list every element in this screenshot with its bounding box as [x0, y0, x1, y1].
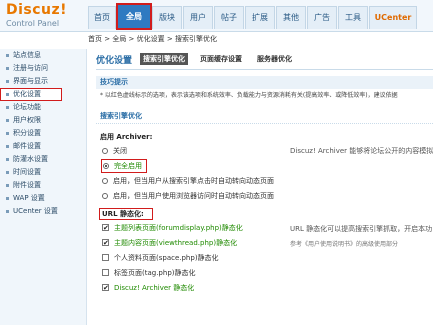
sidebar-item-label: WAP 设置 — [13, 194, 45, 202]
checkbox-checked-icon[interactable]: ✔ — [102, 239, 109, 247]
url-static-label: URL 静态化: — [99, 208, 153, 220]
url-description-line1: URL 静态化可以提高搜索引擎抓取，开启本功 — [290, 225, 433, 233]
tips-heading: 技巧提示 — [96, 76, 433, 89]
url-option-tag[interactable]: 标签页面(tag.php)静态化 — [96, 265, 433, 280]
radio-icon[interactable] — [102, 147, 108, 154]
sidebar-item-user-permissions[interactable]: 用户权限 — [0, 114, 86, 127]
sidebar-item-label: 积分设置 — [13, 129, 41, 137]
bullet-icon — [6, 184, 9, 187]
url-option-space[interactable]: 个人资料页面(space.php)静态化 — [96, 250, 433, 265]
bullet-icon — [6, 80, 9, 83]
sidebar-item-optimization[interactable]: 优化设置 — [0, 88, 62, 101]
sidebar-item-label: 邮件设置 — [13, 142, 41, 150]
sidebar-item-mail[interactable]: 邮件设置 — [0, 140, 86, 153]
tab-forums[interactable]: 版块 — [152, 6, 182, 29]
tab-posts[interactable]: 帖子 — [214, 6, 244, 29]
logo-title: Discuz! — [6, 2, 68, 18]
option-label: 启用，但当用户使用浏览器访问时自动转向动态页面 — [113, 191, 274, 200]
sidebar-item-label: UCenter 设置 — [13, 207, 58, 215]
checkbox-icon[interactable] — [102, 269, 109, 276]
bullet-icon — [6, 132, 9, 135]
option-label: Discuz! Archiver 静态化 — [114, 283, 195, 292]
archiver-option-full[interactable]: 完全启用 — [96, 158, 433, 173]
sidebar-item-credits[interactable]: 积分设置 — [0, 127, 86, 140]
main-content: 优化设置 搜索引擎优化 页面缓存设置 服务器优化 技巧提示 * 以红色虚线标示的… — [96, 52, 433, 325]
subtab-seo[interactable]: 搜索引擎优化 — [140, 53, 189, 65]
bullet-icon — [6, 197, 9, 200]
tip-text: * 以红色虚线标示的选项，表示该选项和系统效率、负载能力与资源消耗有关(提高效率… — [100, 92, 398, 99]
option-label: 标签页面(tag.php)静态化 — [114, 268, 196, 277]
sidebar-item-wap[interactable]: WAP 设置 — [0, 192, 86, 205]
option-label: 启用，但当用户从搜索引擎点击时自动转向动态页面 — [113, 176, 274, 185]
subtab-page-cache[interactable]: 页面缓存设置 — [197, 53, 245, 65]
checkbox-icon[interactable] — [102, 254, 109, 261]
header: Discuz! Control Panel 首页 全局 版块 用户 帖子 扩展 … — [0, 0, 433, 32]
bullet-icon — [6, 93, 9, 96]
option-label: 主题列表页面(forumdisplay.php)静态化 — [114, 223, 243, 232]
tab-global[interactable]: 全局 — [116, 3, 152, 30]
url-option-archiver[interactable]: ✔ Discuz! Archiver 静态化 — [96, 280, 433, 295]
sidebar-item-ucenter[interactable]: UCenter 设置 — [0, 205, 86, 218]
option-label: 主题内容页面(viewthread.php)静态化 — [114, 238, 238, 247]
radio-icon[interactable] — [102, 177, 108, 184]
page-title: 优化设置 — [96, 55, 133, 66]
breadcrumb: 首页 > 全局 > 优化设置 > 搜索引擎优化 — [88, 35, 217, 43]
sidebar-item-label: 界面与显示 — [13, 77, 48, 85]
sidebar-item-label: 站点信息 — [13, 51, 41, 59]
checkbox-checked-icon[interactable]: ✔ — [102, 224, 109, 232]
archiver-description: Discuz! Archiver 能够将论坛公开的内容模拟 — [290, 147, 433, 155]
seo-heading: 搜索引擎优化 — [96, 109, 433, 124]
sidebar-item-registration[interactable]: 注册与访问 — [0, 62, 86, 75]
tab-ads[interactable]: 广告 — [307, 6, 337, 29]
sidebar-item-attachments[interactable]: 附件设置 — [0, 179, 86, 192]
tab-ucenter[interactable]: UCenter — [369, 6, 417, 29]
logo-subtitle: Control Panel — [6, 19, 60, 28]
subtab-server-optimization[interactable]: 服务器优化 — [254, 53, 295, 65]
radio-icon[interactable] — [102, 192, 108, 199]
url-static-label-wrap: URL 静态化: — [96, 208, 433, 220]
bullet-icon — [6, 158, 9, 161]
bullet-icon — [6, 119, 9, 122]
option-label: 关闭 — [113, 146, 127, 155]
sidebar: 站点信息 注册与访问 界面与显示 优化设置 论坛功能 用户权限 积分设置 邮件设… — [0, 49, 87, 325]
bullet-icon — [6, 145, 9, 148]
sidebar-item-label: 论坛功能 — [13, 103, 41, 111]
sidebar-item-label: 注册与访问 — [13, 64, 48, 72]
title-row: 优化设置 搜索引擎优化 页面缓存设置 服务器优化 — [96, 52, 433, 70]
tab-home[interactable]: 首页 — [88, 6, 116, 29]
archiver-full-highlight: 完全启用 — [101, 158, 147, 173]
bullet-icon — [6, 210, 9, 213]
top-nav: 首页 全局 版块 用户 帖子 扩展 其他 广告 工具 UCenter — [88, 3, 418, 30]
url-description-line2: 参考《用户使用说明书》的高级使用部分 — [290, 241, 399, 248]
sidebar-item-label: 优化设置 — [13, 90, 41, 98]
archiver-option-search-redirect[interactable]: 启用，但当用户从搜索引擎点击时自动转向动态页面 — [96, 173, 433, 188]
url-option-viewthread[interactable]: ✔ 主题内容页面(viewthread.php)静态化 参考《用户使用说明书》的… — [96, 235, 433, 250]
sidebar-item-label: 时间设置 — [13, 168, 41, 176]
archiver-option-browser-redirect[interactable]: 启用，但当用户使用浏览器访问时自动转向动态页面 — [96, 188, 433, 203]
sidebar-item-anti-spam[interactable]: 防灌水设置 — [0, 153, 86, 166]
tab-tools[interactable]: 工具 — [338, 6, 368, 29]
sidebar-item-site-info[interactable]: 站点信息 — [0, 49, 86, 62]
tab-users[interactable]: 用户 — [183, 6, 213, 29]
option-label: 完全启用 — [114, 161, 142, 170]
sidebar-item-forum-features[interactable]: 论坛功能 — [0, 101, 86, 114]
url-option-forumdisplay[interactable]: ✔ 主题列表页面(forumdisplay.php)静态化 URL 静态化可以提… — [96, 220, 433, 235]
logo[interactable]: Discuz! Control Panel — [6, 3, 67, 29]
option-label: 个人资料页面(space.php)静态化 — [114, 253, 219, 262]
archiver-option-off[interactable]: 关闭 Discuz! Archiver 能够将论坛公开的内容模拟 — [96, 143, 433, 158]
bullet-icon — [6, 106, 9, 109]
tab-other[interactable]: 其他 — [276, 6, 306, 29]
sidebar-item-label: 用户权限 — [13, 116, 41, 124]
checkbox-checked-icon[interactable]: ✔ — [102, 284, 109, 292]
sidebar-item-label: 附件设置 — [13, 181, 41, 189]
bullet-icon — [6, 67, 9, 70]
sidebar-item-time[interactable]: 时间设置 — [0, 166, 86, 179]
bullet-icon — [6, 54, 9, 57]
sidebar-item-label: 防灌水设置 — [13, 155, 48, 163]
bullet-icon — [6, 171, 9, 174]
sidebar-item-interface[interactable]: 界面与显示 — [0, 75, 86, 88]
archiver-label: 启用 Archiver: — [100, 133, 153, 141]
tab-extend[interactable]: 扩展 — [245, 6, 275, 29]
radio-icon[interactable] — [103, 162, 109, 169]
